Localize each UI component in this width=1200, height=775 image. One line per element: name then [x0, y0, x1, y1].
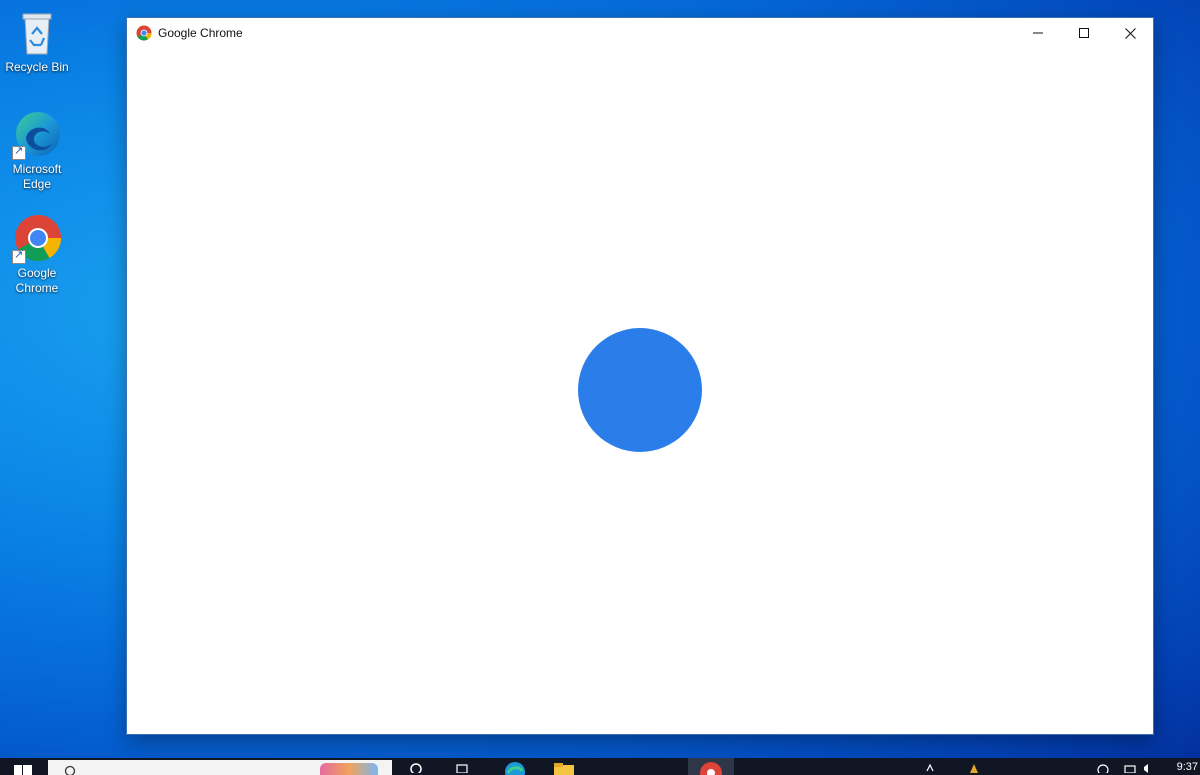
- desktop-icon-microsoft-edge[interactable]: Microsoft Edge: [0, 110, 74, 192]
- chrome-window[interactable]: Google Chrome: [127, 18, 1153, 734]
- desktop-icon-label: Microsoft Edge: [12, 162, 62, 191]
- chrome-icon: [136, 25, 152, 41]
- window-controls: [1015, 18, 1153, 48]
- chrome-icon: [12, 214, 62, 264]
- close-icon: [1124, 27, 1136, 39]
- taskbar-clock[interactable]: 9:37: [1177, 761, 1198, 773]
- minimize-icon: [1033, 32, 1043, 34]
- task-view-icon[interactable]: [455, 761, 471, 773]
- desktop-icon-label: Google Chrome: [15, 266, 59, 295]
- shortcut-arrow-icon: [12, 144, 26, 160]
- network-icon[interactable]: [1096, 761, 1110, 773]
- window-title: Google Chrome: [158, 26, 243, 40]
- volume-icon[interactable]: [1124, 761, 1138, 773]
- recycle-bin-icon: [12, 8, 62, 58]
- speaker-icon[interactable]: [1142, 761, 1154, 773]
- search-highlight-icon: [320, 763, 378, 775]
- windows-start-icon[interactable]: [14, 765, 32, 775]
- minimize-button[interactable]: [1015, 18, 1061, 48]
- tray-arrow-icon[interactable]: [925, 761, 935, 773]
- desktop-icon-label: Recycle Bin: [5, 60, 69, 74]
- search-icon: [64, 765, 76, 775]
- file-explorer-icon[interactable]: [553, 761, 575, 775]
- taskbar: 9:37: [0, 758, 1200, 775]
- desktop-icon-google-chrome[interactable]: Google Chrome: [0, 214, 74, 296]
- desktop-icon-recycle-bin[interactable]: Recycle Bin: [0, 8, 74, 75]
- window-titlebar[interactable]: Google Chrome: [127, 18, 1153, 48]
- cortana-icon[interactable]: [410, 761, 422, 773]
- maximize-icon: [1079, 28, 1089, 38]
- tray-app-icon[interactable]: [968, 761, 980, 773]
- close-button[interactable]: [1107, 18, 1153, 48]
- taskbar-search-box[interactable]: [48, 760, 392, 775]
- edge-icon: [12, 110, 62, 160]
- chrome-taskbar-button[interactable]: [688, 758, 734, 775]
- edge-taskbar-icon[interactable]: [504, 761, 526, 775]
- maximize-button[interactable]: [1061, 18, 1107, 48]
- shortcut-arrow-icon: [12, 248, 26, 264]
- loading-circle: [578, 328, 702, 452]
- chrome-icon: [700, 762, 722, 775]
